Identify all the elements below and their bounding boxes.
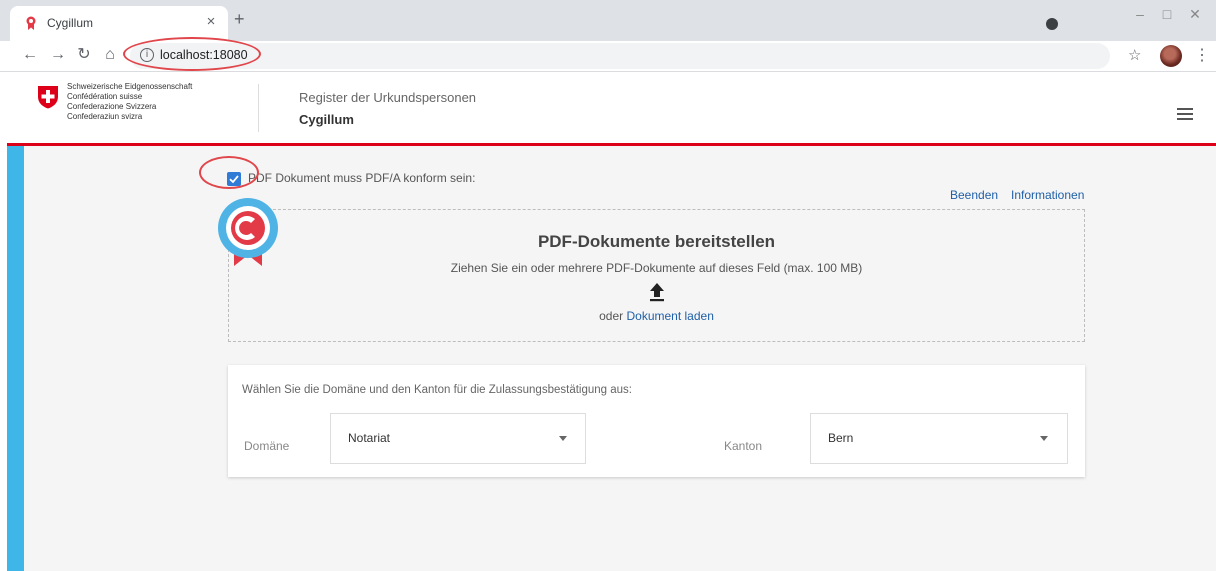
coat-line-de: Schweizerische Eidgenossenschaft <box>67 82 193 91</box>
domain-select-value: Notariat <box>348 431 391 445</box>
browser-tab[interactable]: Cygillum × <box>10 6 228 41</box>
load-document-link[interactable]: Dokument laden <box>626 309 713 323</box>
domain-label: Domäne <box>244 439 290 453</box>
dropzone-or-line: oder Dokument laden <box>229 309 1084 323</box>
minimize-button[interactable]: – <box>1130 6 1150 22</box>
browser-tabstrip: Cygillum × + – □ ✕ <box>0 0 1216 41</box>
star-icon[interactable]: ☆ <box>1128 46 1141 64</box>
left-accent-bar <box>7 146 24 571</box>
canton-label: Kanton <box>724 439 763 453</box>
reload-icon[interactable]: ↻ <box>74 45 94 65</box>
header-subtitle: Register der Urkundspersonen <box>299 90 477 105</box>
new-tab-button[interactable]: + <box>234 10 245 28</box>
quit-link[interactable]: Beenden <box>950 188 998 202</box>
app-header: Schweizerische Eidgenossenschaft Confédé… <box>7 72 1216 146</box>
chevron-down-icon <box>559 436 567 441</box>
domain-select[interactable]: Notariat <box>330 413 586 464</box>
maximize-button[interactable]: □ <box>1157 6 1177 22</box>
upload-icon[interactable] <box>648 282 666 302</box>
or-text: oder <box>599 309 624 323</box>
tab-close-button[interactable]: × <box>202 13 220 30</box>
close-window-button[interactable]: ✕ <box>1185 6 1205 23</box>
dropzone-hint: Ziehen Sie ein oder mehrere PDF-Dokument… <box>450 261 863 275</box>
tab-title: Cygillum <box>47 16 94 30</box>
pdfa-checkbox-label: PDF Dokument muss PDF/A konform sein: <box>248 171 476 185</box>
address-bar[interactable]: i localhost:18080 <box>130 43 1110 69</box>
url-annotation-ellipse <box>123 37 261 71</box>
checkbox-annotation-ellipse <box>199 156 259 189</box>
hamburger-menu-icon[interactable] <box>1177 108 1193 120</box>
avatar[interactable] <box>1160 45 1182 67</box>
canton-select[interactable]: Bern <box>810 413 1068 464</box>
confederation-names: Schweizerische Eidgenossenschaft Confédé… <box>67 82 192 122</box>
page-title: Cygillum <box>299 112 354 127</box>
cygillum-favicon-icon <box>26 16 36 30</box>
profile-indicator-icon[interactable] <box>1046 18 1058 30</box>
selection-prompt: Wählen Sie die Domäne und den Kanton für… <box>242 384 632 396</box>
cygillum-seal-logo-icon <box>218 198 278 266</box>
coat-line-it: Confederazione Svizzera <box>67 102 157 111</box>
info-link[interactable]: Informationen <box>1011 188 1084 202</box>
home-icon[interactable]: ⌂ <box>100 45 120 65</box>
kebab-menu-icon[interactable]: ⋮ <box>1194 45 1210 65</box>
header-divider <box>258 84 259 132</box>
swiss-coat-of-arms-icon <box>38 86 58 109</box>
canton-select-value: Bern <box>828 431 854 445</box>
coat-line-fr: Confédération suisse <box>67 92 143 101</box>
dropzone-title: PDF-Dokumente bereitstellen <box>537 232 776 251</box>
chevron-down-icon <box>1040 436 1048 441</box>
forward-arrow-icon[interactable]: → <box>48 45 68 65</box>
pdf-dropzone[interactable]: PDF-Dokumente bereitstellen Ziehen Sie e… <box>228 209 1085 342</box>
selection-card: Wählen Sie die Domäne und den Kanton für… <box>228 365 1085 477</box>
back-arrow-icon[interactable]: ← <box>20 45 40 65</box>
coat-line-rm: Confederaziun svizra <box>67 112 143 121</box>
